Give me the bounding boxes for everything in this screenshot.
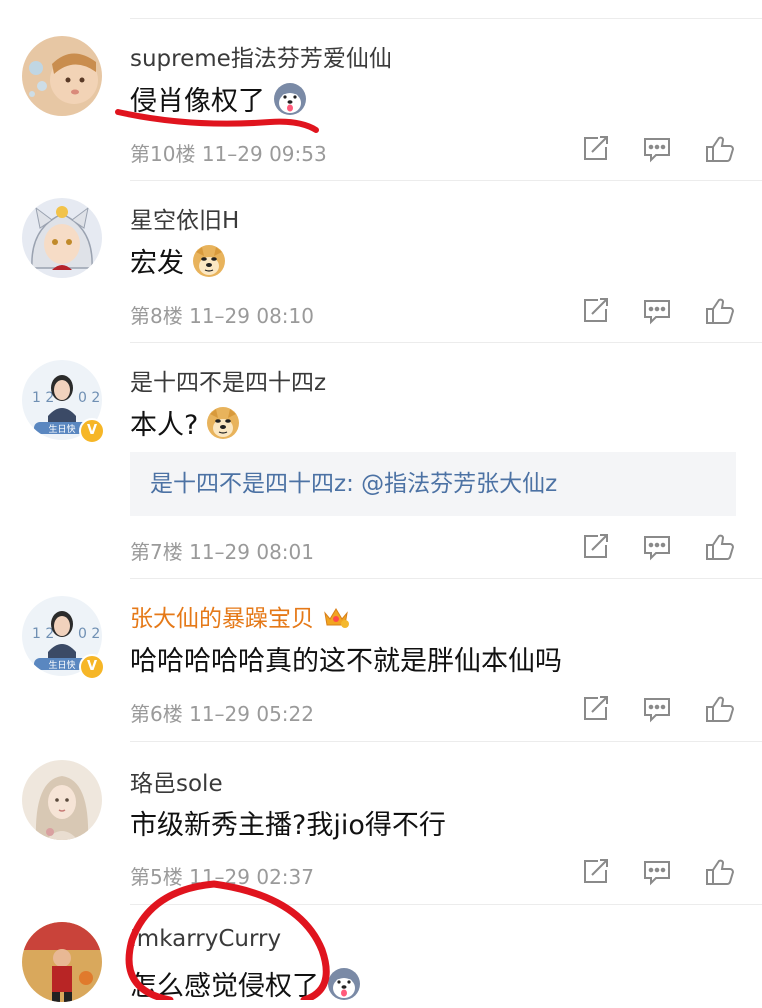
floor-number: 第8楼 xyxy=(130,304,183,328)
avatar[interactable] xyxy=(22,198,102,278)
timestamp: 11–29 02:37 xyxy=(189,865,314,889)
like-icon[interactable] xyxy=(702,692,736,726)
username[interactable]: 张大仙的暴躁宝贝 xyxy=(130,599,350,633)
comment-text: 宏发 xyxy=(130,241,226,280)
comment-meta: 第10楼 11–29 09:53 xyxy=(130,138,327,167)
divider xyxy=(130,180,762,181)
comment-meta: 第5楼 11–29 02:37 xyxy=(130,861,314,890)
timestamp: 11–29 08:01 xyxy=(189,540,314,564)
reply-icon[interactable] xyxy=(640,530,674,564)
avatar[interactable] xyxy=(22,922,102,1002)
husky-emoji-icon xyxy=(273,82,307,116)
username[interactable]: supreme指法芬芳爱仙仙 xyxy=(130,39,392,73)
like-icon[interactable] xyxy=(702,294,736,328)
floor-number: 第5楼 xyxy=(130,865,183,889)
svg-text:1 2: 1 2 xyxy=(32,626,54,642)
comment-text: 侵肖像权了 xyxy=(130,79,307,118)
comment-meta: 第7楼 11–29 08:01 xyxy=(130,536,314,565)
divider xyxy=(130,904,762,905)
share-icon[interactable] xyxy=(578,855,612,889)
divider xyxy=(130,741,762,742)
share-icon[interactable] xyxy=(578,132,612,166)
divider xyxy=(130,18,762,19)
avatar-badge-text: 生日快 xyxy=(48,423,75,435)
verified-badge-icon: V xyxy=(79,654,105,680)
doge-emoji-icon xyxy=(192,244,226,278)
avatar[interactable] xyxy=(22,760,102,840)
svg-text:0 2: 0 2 xyxy=(78,390,100,406)
timestamp: 11–29 09:53 xyxy=(201,142,327,166)
username[interactable]: 星空依旧H xyxy=(130,201,239,235)
username[interactable]: 珞邑sole xyxy=(130,764,223,798)
husky-emoji-icon xyxy=(327,967,361,1001)
like-icon[interactable] xyxy=(702,132,736,166)
crown-badge-icon xyxy=(322,605,350,629)
reply-icon[interactable] xyxy=(640,132,674,166)
svg-text:0 2: 0 2 xyxy=(78,626,100,642)
share-icon[interactable] xyxy=(578,692,612,726)
reply-icon[interactable] xyxy=(640,294,674,328)
floor-number: 第7楼 xyxy=(130,540,183,564)
share-icon[interactable] xyxy=(578,294,612,328)
comment-text: 本人? xyxy=(130,403,240,442)
like-icon[interactable] xyxy=(702,855,736,889)
divider xyxy=(130,342,762,343)
reply-icon[interactable] xyxy=(640,692,674,726)
timestamp: 11–29 08:10 xyxy=(189,304,314,328)
share-icon[interactable] xyxy=(578,530,612,564)
comment-meta: 第6楼 11–29 05:22 xyxy=(130,698,314,727)
floor-number: 第6楼 xyxy=(130,702,183,726)
verified-badge-icon: V xyxy=(79,418,105,444)
floor-number: 第10楼 xyxy=(130,142,196,166)
avatar[interactable] xyxy=(22,36,102,116)
like-icon[interactable] xyxy=(702,530,736,564)
comment-text: 市级新秀主播?我jio得不行 xyxy=(130,810,446,841)
username[interactable]: 是十四不是四十四z xyxy=(130,363,326,397)
comment-meta: 第8楼 11–29 08:10 xyxy=(130,300,314,329)
username[interactable]: ImkarryCurry xyxy=(130,926,281,952)
reply-icon[interactable] xyxy=(640,855,674,889)
quoted-reply[interactable]: 是十四不是四十四z: @指法芬芳张大仙z xyxy=(130,452,736,516)
timestamp: 11–29 05:22 xyxy=(189,702,314,726)
divider xyxy=(130,578,762,579)
doge-emoji-icon xyxy=(206,406,240,440)
avatar-badge-text: 生日快 xyxy=(48,659,75,671)
svg-text:1 2: 1 2 xyxy=(32,390,54,406)
comment-text: 怎么感觉侵权了 xyxy=(130,964,361,1003)
comment-text: 哈哈哈哈哈真的这不就是胖仙本仙吗 xyxy=(130,646,562,677)
